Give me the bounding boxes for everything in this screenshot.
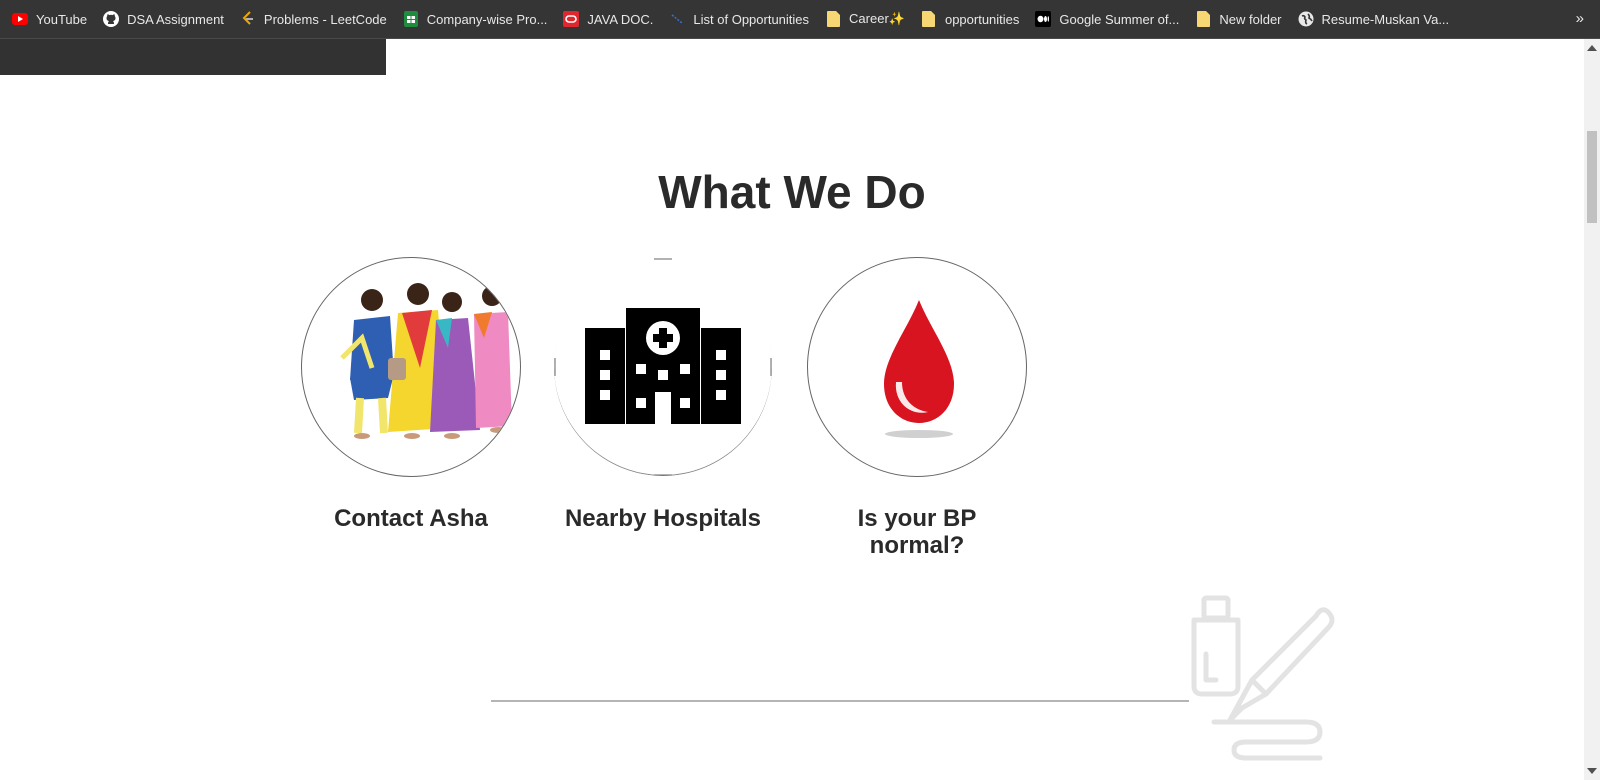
bookmark-career[interactable]: Career✨ xyxy=(825,11,905,27)
section-title: What We Do xyxy=(658,166,926,218)
bookmark-java-doc[interactable]: JAVA DOC. xyxy=(563,11,653,27)
card-bp-check[interactable]: Is your BP normal? xyxy=(807,257,1027,559)
oracle-icon xyxy=(563,11,580,27)
card-label-bp-check: Is your BP normal? xyxy=(857,505,977,559)
page-content: What We Do Contact Asha Nearby Hospitals… xyxy=(0,39,1584,780)
card-label-nearby-hospitals: Nearby Hospitals xyxy=(564,505,762,532)
bookmark-label: DSA Assignment xyxy=(127,11,224,27)
bookmark-dsa-assignment[interactable]: DSA Assignment xyxy=(103,11,224,27)
scroll-up-arrow-icon[interactable] xyxy=(1587,45,1597,51)
bookmark-label: Career✨ xyxy=(849,11,905,26)
bookmark-leetcode[interactable]: Problems - LeetCode xyxy=(240,11,387,27)
scrollbar-thumb[interactable] xyxy=(1587,131,1597,223)
bookmark-opportunities[interactable]: opportunities xyxy=(921,11,1019,27)
bookmark-label: Problems - LeetCode xyxy=(263,11,387,27)
bookmark-youtube[interactable]: YouTube xyxy=(12,11,87,27)
leetcode-icon xyxy=(240,11,256,27)
navbar-fragment xyxy=(0,39,386,75)
asha-workers-illustration xyxy=(301,257,521,477)
bookmark-label: New folder xyxy=(1219,11,1282,27)
bookmark-label: Company-wise Pro... xyxy=(426,11,548,27)
bookmark-company-wise[interactable]: Company-wise Pro... xyxy=(403,11,548,27)
card-nearby-hospitals[interactable]: Nearby Hospitals xyxy=(553,257,773,532)
bookmark-opportunities-list[interactable]: List of Opportunities xyxy=(669,11,809,27)
blood-drop-icon xyxy=(807,257,1027,477)
bookmark-resume[interactable]: Resume-Muskan Va... xyxy=(1298,11,1450,27)
blood-test-pipette-icon xyxy=(1186,594,1346,764)
folder-icon xyxy=(825,11,841,27)
card-label-contact-asha: Contact Asha xyxy=(334,505,488,532)
folder-icon xyxy=(921,11,937,27)
bookmark-label: JAVA DOC. xyxy=(587,11,654,27)
globe-icon xyxy=(1298,11,1314,27)
bookmark-label: YouTube xyxy=(36,11,88,27)
card-contact-asha[interactable]: Contact Asha xyxy=(301,257,521,532)
bookmark-label: opportunities xyxy=(944,11,1020,27)
bookmark-gsoc[interactable]: Google Summer of... xyxy=(1035,11,1179,27)
youtube-icon xyxy=(12,11,28,27)
more-bookmarks-chevron[interactable]: » xyxy=(1576,10,1584,27)
hospital-building-icon xyxy=(553,257,773,477)
bookmark-label: List of Opportunities xyxy=(693,11,810,27)
bookmark-new-folder[interactable]: New folder xyxy=(1195,11,1282,27)
link-icon xyxy=(669,11,685,27)
vertical-scrollbar[interactable] xyxy=(1584,39,1600,780)
bookmark-label: Google Summer of... xyxy=(1059,11,1180,27)
medium-icon xyxy=(1035,11,1052,27)
sheets-icon xyxy=(403,11,419,27)
github-icon xyxy=(103,11,120,27)
bookmarks-bar: YouTube DSA Assignment Problems - LeetCo… xyxy=(0,0,1600,39)
bookmark-label: Resume-Muskan Va... xyxy=(1321,11,1450,27)
folder-icon xyxy=(1195,11,1211,27)
scroll-down-arrow-icon[interactable] xyxy=(1587,768,1597,774)
section-divider xyxy=(491,700,1189,702)
